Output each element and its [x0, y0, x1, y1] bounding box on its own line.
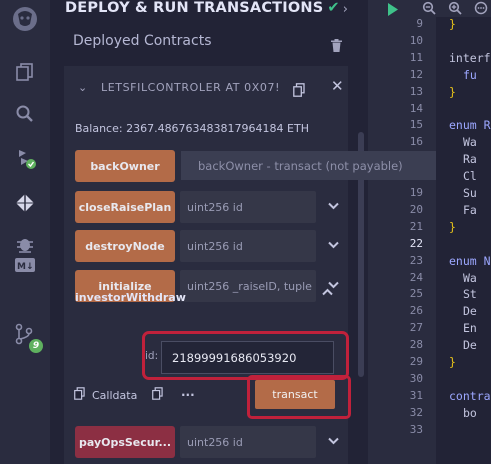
code-line[interactable]: Fa — [463, 203, 477, 219]
code-line[interactable]: fu — [463, 68, 477, 84]
code-line[interactable]: Wa — [463, 135, 477, 151]
parameters-dots[interactable]: ... — [181, 385, 195, 399]
line-number: 33 — [409, 422, 423, 436]
code-line[interactable]: Cl — [463, 169, 477, 185]
line-number: 30 — [409, 371, 423, 385]
svg-text:M↓: M↓ — [17, 262, 34, 272]
line-number: 19 — [409, 186, 423, 199]
code-line[interactable]: Wa — [463, 271, 477, 287]
line-number: 24 — [409, 270, 423, 284]
copy-icon[interactable] — [74, 387, 85, 403]
compiled-check-icon: ✔ — [327, 0, 340, 16]
line-number: 32 — [409, 405, 423, 419]
line-number: 25 — [409, 287, 423, 301]
destroynode-button[interactable]: destroyNode — [75, 230, 175, 262]
code-line[interactable]: } — [449, 355, 456, 371]
payopssecur-button[interactable]: payOpsSecur... — [75, 426, 175, 458]
line-number: 20 — [409, 202, 423, 216]
backowner-tooltip: backOwner - transact (not payable) — [181, 151, 436, 180]
instance-balance: Balance: 2367.486763483817964184 ETH — [75, 122, 309, 135]
line-number-gutter: 9101112131415161718192021222324252627282… — [368, 17, 436, 464]
closeraiseplan-button[interactable]: closeRaisePlan — [75, 191, 175, 223]
code-line[interactable]: Ra — [463, 152, 477, 168]
chevron-right-icon[interactable]: › — [343, 2, 348, 17]
git-badge: 9 — [29, 339, 43, 353]
code-line[interactable]: enum R — [449, 118, 491, 134]
remix-logo-icon[interactable] — [10, 4, 40, 34]
deployed-contracts-label: Deployed Contracts — [73, 33, 212, 49]
line-number: 16 — [409, 135, 423, 149]
line-number: 15 — [409, 118, 423, 132]
code-line[interactable]: St — [463, 287, 477, 303]
highlight-transact-box — [247, 375, 351, 419]
code-line[interactable]: } — [449, 85, 456, 101]
code-line[interactable]: Su — [463, 186, 477, 202]
payopssecur-input[interactable]: uint256 id — [180, 426, 316, 458]
line-number: 11 — [409, 50, 423, 64]
code-line[interactable]: interf — [449, 51, 491, 67]
code-line[interactable]: bo — [463, 406, 477, 422]
line-number: 28 — [409, 338, 423, 352]
destroynode-input[interactable]: uint256 id — [180, 230, 316, 262]
investorwithdraw-label: investorWithdraw — [75, 291, 186, 304]
copy-icon[interactable] — [293, 82, 305, 101]
code-line[interactable]: contra — [449, 389, 491, 405]
calldata-label: Calldata — [92, 388, 138, 402]
line-number: 12 — [409, 67, 423, 81]
trash-icon[interactable] — [331, 37, 342, 56]
line-number: 21 — [409, 219, 423, 233]
line-number: 14 — [409, 101, 423, 115]
line-number: 9 — [416, 17, 423, 30]
line-number: 22 — [409, 236, 423, 250]
markdown-icon[interactable]: M↓ — [13, 253, 37, 277]
line-number: 13 — [409, 84, 423, 98]
code-line[interactable]: De — [463, 338, 477, 354]
chevron-down-icon[interactable] — [328, 200, 339, 213]
code-line[interactable]: } — [449, 220, 456, 236]
chevron-down-icon[interactable]: ⌄ — [78, 81, 87, 94]
backowner-button[interactable]: backOwner — [75, 150, 175, 182]
panel-title: DEPLOY & RUN TRANSACTIONS ✔ — [65, 0, 340, 16]
code-line[interactable]: En — [463, 321, 477, 337]
code-line[interactable]: De — [463, 304, 477, 320]
chevron-up-icon[interactable] — [322, 285, 333, 300]
code-line[interactable]: } — [449, 17, 456, 33]
chevron-down-icon[interactable] — [328, 435, 339, 448]
more-icon[interactable] — [474, 0, 488, 19]
line-number: 26 — [409, 304, 423, 318]
close-icon[interactable]: ✕ — [331, 77, 344, 95]
instance-header[interactable]: ⌄ LETSFILCONTROLER AT 0X07! ✕ — [64, 66, 348, 112]
code-line[interactable]: enum N — [449, 254, 491, 270]
code-editor: 9101112131415161718192021222324252627282… — [368, 0, 491, 464]
search-icon[interactable] — [13, 102, 37, 126]
editor-toolbar — [368, 0, 491, 17]
line-number: 23 — [409, 253, 423, 267]
file-explorer-icon[interactable] — [13, 60, 37, 84]
chevron-down-icon[interactable] — [328, 239, 339, 252]
instance-name: LETSFILCONTROLER AT 0X07! — [101, 81, 281, 94]
calldata-copy[interactable]: Calldata — [74, 387, 163, 403]
line-number: 27 — [409, 321, 423, 335]
deploy-run-icon[interactable] — [13, 191, 37, 215]
line-number: 10 — [409, 33, 423, 47]
initialize-input[interactable]: uint256 _raiseID, tuple — [180, 270, 316, 302]
icon-sidebar: M↓ 9 — [0, 0, 50, 464]
highlight-input-box — [142, 331, 349, 380]
line-number: 29 — [409, 355, 423, 368]
solidity-compiler-icon[interactable] — [13, 146, 37, 170]
copy-icon[interactable] — [152, 387, 163, 403]
line-number: 31 — [409, 388, 423, 402]
closeraiseplan-input[interactable]: uint256 id — [180, 191, 316, 223]
